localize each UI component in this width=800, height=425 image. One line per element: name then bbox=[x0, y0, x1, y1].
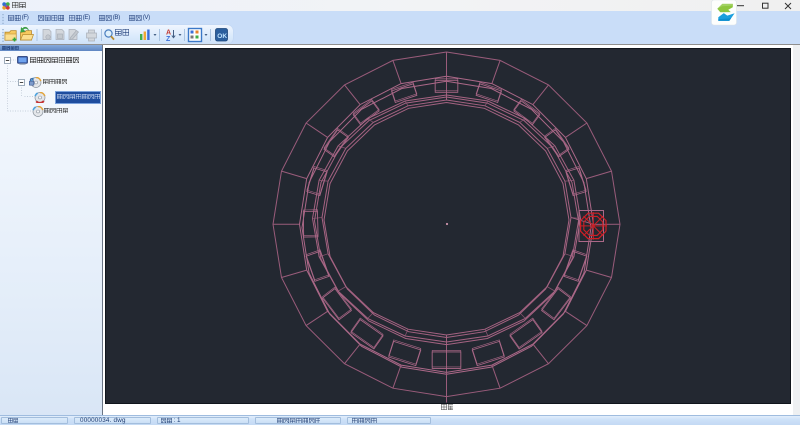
svg-text:Z: Z bbox=[166, 36, 171, 43]
svg-text:OK: OK bbox=[217, 33, 227, 40]
